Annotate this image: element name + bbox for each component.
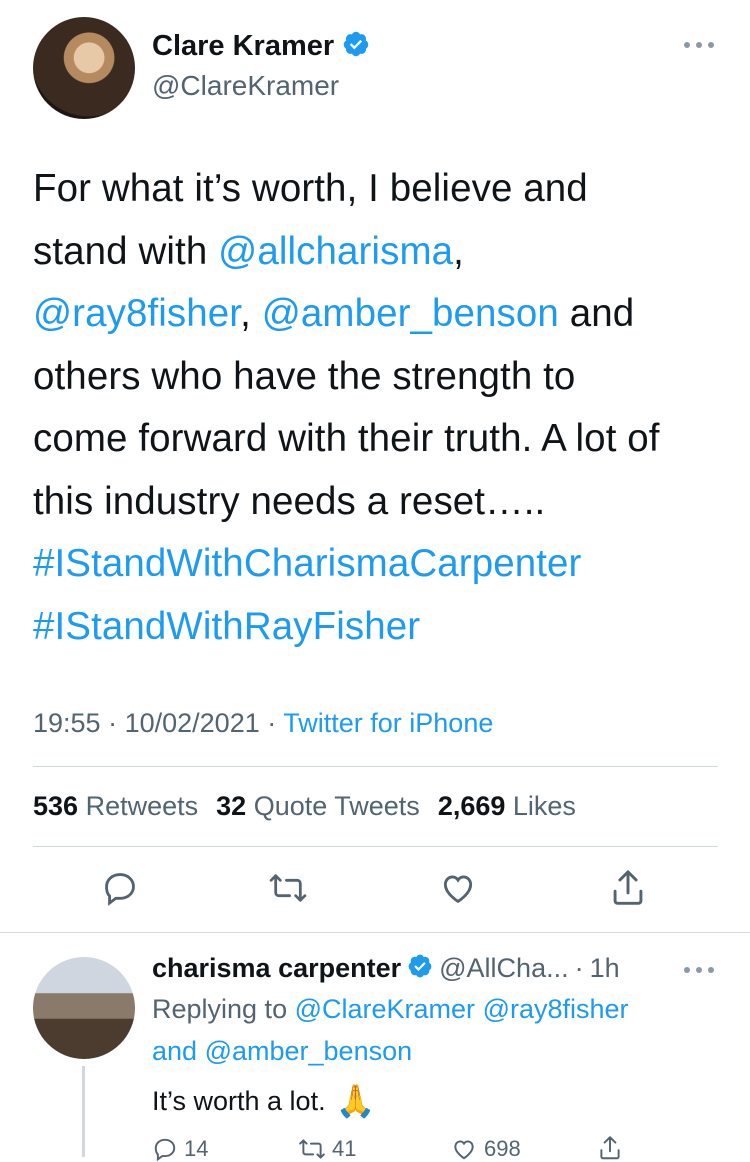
reply-mention-amber-benson[interactable]: @amber_benson: [205, 1036, 413, 1066]
like-icon[interactable]: [438, 869, 478, 907]
reply-mention-clarekramer[interactable]: @ClareKramer: [295, 994, 475, 1024]
tweet-text-segment: this industry needs a reset…..: [33, 479, 546, 523]
mention-ray8fisher[interactable]: @ray8fisher: [33, 292, 240, 335]
reply-icon[interactable]: [101, 869, 139, 907]
tweet-line-8: #IStandWithRayFisher: [33, 596, 733, 659]
tweet-line-2: stand with @allcharisma,: [33, 221, 733, 284]
author-display-name[interactable]: Clare Kramer: [152, 30, 334, 63]
reply-author-name[interactable]: charisma carpenter: [152, 953, 401, 984]
mention-allcharisma[interactable]: @allcharisma: [218, 230, 453, 273]
reply-author-handle[interactable]: @AllCha...: [439, 953, 568, 984]
tweet-line-3: @ray8fisher, @amber_benson and: [33, 283, 733, 346]
tweet-line-6: this industry needs a reset…..: [33, 471, 733, 534]
more-icon[interactable]: [682, 38, 716, 56]
likes-stat[interactable]: 2,669 Likes: [438, 791, 576, 822]
likes-count: 2,669: [437, 791, 506, 821]
reply-age[interactable]: 1h: [590, 953, 620, 984]
tweet-source[interactable]: Twitter for iPhone: [283, 708, 493, 738]
folded-hands-emoji: 🙏: [335, 1083, 376, 1119]
reply-icon: [154, 1138, 176, 1162]
hashtag-istandwithcharismacarpenter[interactable]: #IStandWithCharismaCarpenter: [33, 542, 581, 585]
divider: [33, 846, 718, 847]
reply-more-icon[interactable]: [682, 963, 716, 981]
tweet-date[interactable]: 10/02/2021: [125, 708, 260, 738]
replying-to-label: Replying to: [152, 994, 288, 1024]
author-avatar[interactable]: [33, 17, 135, 119]
separator-dot: ·: [267, 708, 284, 738]
replying-to-line-2: and @amber_benson: [152, 1030, 732, 1072]
divider: [33, 766, 718, 767]
reply-likes[interactable]: 698: [450, 1136, 521, 1162]
tweet-text-segment: and: [558, 292, 635, 335]
share-icon[interactable]: [608, 867, 648, 909]
tweet-stats: 536 Retweets 32 Quote Tweets 2,669 Likes: [33, 791, 576, 822]
reply-retweets[interactable]: 41: [298, 1136, 356, 1162]
tweet-line-5: come forward with their truth. A lot of: [33, 408, 733, 471]
retweets-label: Retweets: [85, 791, 199, 821]
reply-author-avatar[interactable]: [33, 957, 135, 1059]
reply-likes-count: 698: [484, 1136, 521, 1161]
share-icon: [600, 1136, 620, 1160]
tweet-text-segment: others who have the strength to: [33, 354, 576, 398]
reply-header: charisma carpenter @AllCha... · 1h: [152, 953, 620, 984]
like-icon: [454, 1140, 474, 1160]
verified-badge-icon: [342, 30, 370, 63]
thread-line: [82, 1066, 85, 1157]
tweet-text-segment: ,: [453, 229, 464, 273]
retweet-icon: [299, 1139, 325, 1159]
reply-replies-count: 14: [184, 1136, 209, 1161]
tweet-line-4: others who have the strength to: [33, 346, 733, 409]
replying-to: Replying to @ClareKramer @ray8fisher and…: [152, 988, 732, 1072]
reply-retweets-count: 41: [332, 1136, 357, 1161]
section-divider: [0, 932, 750, 933]
mention-amber-benson[interactable]: @amber_benson: [262, 292, 559, 335]
quote-count: 32: [216, 791, 247, 821]
reply-text: It’s worth a lot. 🙏: [152, 1082, 375, 1120]
author-name-row[interactable]: Clare Kramer: [152, 30, 370, 63]
tweet-text-segment: For what it’s worth, I believe and: [33, 167, 588, 210]
quote-tweets-stat[interactable]: 32 Quote Tweets: [216, 791, 420, 822]
replying-to-line-1: Replying to @ClareKramer @ray8fisher: [152, 988, 732, 1030]
reply-text-content: It’s worth a lot.: [152, 1085, 326, 1116]
tweet-line-1: For what it’s worth, I believe and: [33, 158, 733, 221]
tweet-text-segment: ,: [240, 292, 262, 335]
retweet-icon[interactable]: [268, 869, 308, 907]
separator-dot: ·: [108, 708, 125, 738]
separator-dot: ·: [574, 953, 584, 983]
verified-badge-icon: [407, 953, 433, 984]
tweet-meta: 19:55 · 10/02/2021 · Twitter for iPhone: [33, 708, 493, 739]
reply-mention-ray8fisher[interactable]: @ray8fisher: [483, 994, 629, 1024]
reply-share[interactable]: [596, 1134, 624, 1162]
hashtag-istandwithrayfisher[interactable]: #IStandWithRayFisher: [33, 605, 420, 648]
tweet-text-segment: stand with: [33, 229, 219, 273]
and-label: and: [152, 1036, 198, 1066]
tweet-time[interactable]: 19:55: [33, 708, 101, 738]
tweet-line-7: #IStandWithCharismaCarpenter: [33, 533, 733, 596]
quote-label: Quote Tweets: [253, 791, 420, 821]
author-handle[interactable]: @ClareKramer: [152, 70, 339, 102]
reply-replies[interactable]: 14: [152, 1136, 208, 1162]
retweets-count: 536: [33, 791, 79, 821]
tweet-text: For what it’s worth, I believe and stand…: [33, 158, 733, 658]
likes-label: Likes: [512, 791, 576, 821]
tweet-text-segment: come forward with their truth. A lot of: [33, 417, 660, 460]
retweets-stat[interactable]: 536 Retweets: [33, 791, 198, 822]
